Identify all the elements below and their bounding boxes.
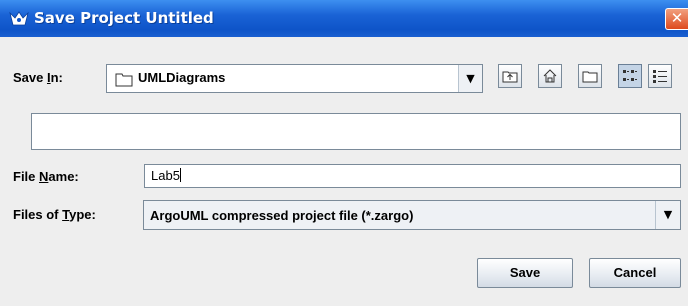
text-caret	[179, 168, 181, 182]
save-dialog: Save Project Untitled ✕ Save In: UMLDiag…	[0, 0, 688, 306]
save-in-value: UMLDiagrams	[138, 70, 226, 85]
close-icon: ✕	[670, 9, 684, 27]
file-type-value: ArgoUML compressed project file (*.zargo…	[150, 208, 414, 223]
save-in-label: Save In:	[13, 70, 63, 85]
folder-icon	[115, 73, 133, 87]
list-view-icon	[623, 70, 637, 81]
window-title: Save Project Untitled	[34, 9, 214, 27]
details-view-icon	[653, 70, 667, 83]
details-view-button[interactable]	[648, 64, 672, 88]
up-folder-icon	[502, 71, 518, 83]
save-in-dropdown[interactable]: UMLDiagrams ▼	[106, 64, 483, 93]
file-type-label: Files of Type:	[13, 207, 96, 222]
file-list[interactable]	[31, 113, 681, 150]
new-folder-icon	[582, 71, 598, 83]
file-name-label: File Name:	[13, 169, 79, 184]
save-button[interactable]: Save	[477, 258, 573, 288]
cancel-button[interactable]: Cancel	[589, 258, 681, 288]
chevron-down-icon[interactable]: ▼	[458, 65, 482, 92]
list-view-button[interactable]	[618, 64, 642, 88]
chevron-down-icon[interactable]: ▼	[655, 201, 680, 229]
file-type-dropdown[interactable]: ArgoUML compressed project file (*.zargo…	[143, 200, 681, 230]
new-folder-button[interactable]	[578, 64, 602, 88]
close-button[interactable]: ✕	[665, 8, 688, 30]
home-icon	[543, 69, 557, 83]
dialog-body: Save In: UMLDiagrams ▼ File Name: Lab5 F…	[0, 37, 688, 306]
title-bar[interactable]: Save Project Untitled ✕	[0, 0, 688, 37]
argouml-logo-icon	[9, 11, 29, 26]
home-button[interactable]	[538, 64, 562, 88]
up-one-level-button[interactable]	[498, 64, 522, 88]
file-name-input[interactable]: Lab5	[144, 164, 681, 188]
